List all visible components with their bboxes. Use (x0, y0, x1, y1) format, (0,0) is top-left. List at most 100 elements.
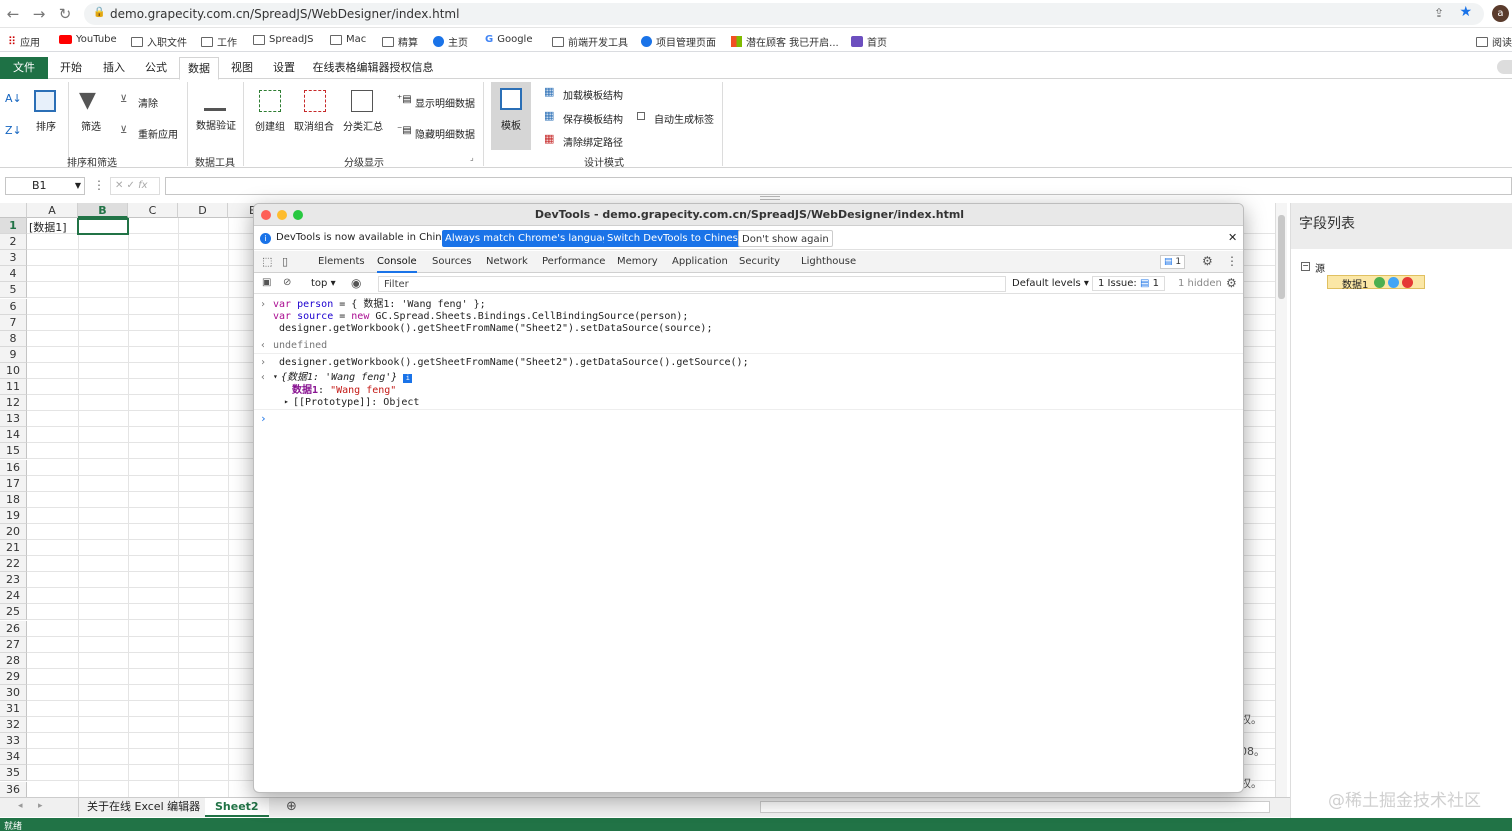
bookmark-index[interactable]: 首页 (851, 34, 887, 49)
template-button[interactable]: 模板 (491, 82, 531, 150)
row-header[interactable]: 13 (0, 411, 27, 428)
sort-desc-icon[interactable]: Z↓ (5, 124, 22, 137)
filter-button[interactable]: 筛选 (81, 118, 101, 133)
column-header[interactable]: B (78, 203, 128, 218)
tab-security[interactable]: Security (739, 251, 780, 273)
tab-application[interactable]: Application (672, 251, 728, 273)
console-object[interactable]: {数据1: 'Wang feng'} i (281, 372, 413, 384)
clear-filter-button[interactable]: 清除 (138, 95, 158, 110)
match-language-button[interactable]: Always match Chrome's language (442, 230, 618, 247)
bookmark-google[interactable]: G Google (485, 34, 532, 45)
bookmark-folder[interactable]: 前端开发工具 (552, 34, 628, 49)
show-detail-button[interactable]: 显示明细数据 (415, 95, 475, 110)
row-header[interactable]: 6 (0, 298, 27, 315)
eye-icon[interactable]: ◉ (351, 276, 361, 290)
row-header[interactable]: 34 (0, 749, 27, 766)
formula-input[interactable] (165, 177, 1512, 195)
row-header[interactable]: 9 (0, 346, 27, 363)
tab-data[interactable]: 数据 (179, 57, 219, 80)
row-header[interactable]: 8 (0, 330, 27, 347)
tab-network[interactable]: Network (486, 251, 528, 273)
tab-performance[interactable]: Performance (542, 251, 605, 273)
close-icon[interactable] (261, 210, 271, 220)
row-header[interactable]: 30 (0, 684, 27, 701)
bookmark-leads[interactable]: 潜在顾客 我已开启... (731, 34, 839, 49)
reapply-button[interactable]: 重新应用 (138, 126, 178, 141)
dont-show-button[interactable]: Don't show again (738, 230, 833, 247)
gear-icon[interactable]: ⚙ (1226, 276, 1237, 290)
sheet-tab-active[interactable]: Sheet2 (205, 798, 269, 817)
row-header[interactable]: 5 (0, 282, 27, 299)
row-header[interactable]: 15 (0, 443, 27, 460)
hide-detail-button[interactable]: 隐藏明细数据 (415, 126, 475, 141)
close-icon[interactable]: ✕ (1228, 231, 1237, 244)
tab-home[interactable]: 开始 (52, 57, 90, 79)
bookmark-folder[interactable]: Mac (330, 34, 366, 45)
row-header[interactable]: 29 (0, 668, 27, 685)
star-icon[interactable]: ★ (1459, 4, 1472, 20)
save-schema-button[interactable]: 保存模板结构 (563, 111, 623, 126)
auto-label-checkbox[interactable] (637, 112, 645, 120)
row-header[interactable]: 4 (0, 266, 27, 283)
load-schema-button[interactable]: 加载模板结构 (563, 87, 623, 102)
tab-formulas[interactable]: 公式 (137, 57, 175, 79)
row-header[interactable]: 21 (0, 540, 27, 556)
row-header[interactable]: 35 (0, 765, 27, 782)
forward-icon[interactable]: → (30, 5, 48, 23)
cell-a1[interactable]: [数据1] (29, 219, 67, 235)
add-icon[interactable] (1374, 277, 1385, 288)
gear-icon[interactable]: ⚙ (1202, 254, 1213, 268)
row-header[interactable]: 31 (0, 701, 27, 717)
bookmark-folder[interactable]: 入职文件 (131, 34, 187, 49)
maximize-icon[interactable] (293, 210, 303, 220)
row-header[interactable]: 36 (0, 781, 27, 797)
validation-button[interactable]: 数据验证 (196, 117, 236, 132)
row-header[interactable]: 10 (0, 362, 27, 379)
row-header[interactable]: 22 (0, 556, 27, 573)
sort-button[interactable]: 排序 (36, 118, 56, 133)
row-header[interactable]: 24 (0, 588, 27, 605)
log-levels-select[interactable]: Default levels ▾ (1012, 278, 1089, 289)
bookmark-folder[interactable]: 工作 (201, 34, 237, 49)
back-icon[interactable]: ← (4, 5, 22, 23)
tab-sources[interactable]: Sources (432, 251, 472, 273)
row-header[interactable]: 25 (0, 604, 27, 621)
bookmark-apps[interactable]: ⠿ 应用 (8, 34, 40, 49)
ribbon-toggle[interactable] (1497, 60, 1512, 74)
filter-input[interactable]: Filter (378, 276, 1006, 292)
tab-license-info[interactable]: 在线表格编辑器授权信息 (308, 57, 438, 79)
row-header[interactable]: 28 (0, 652, 27, 669)
bookmark-folder[interactable]: 精算 (382, 34, 418, 49)
add-sheet-icon[interactable]: ⊕ (286, 799, 297, 814)
row-header[interactable]: 18 (0, 491, 27, 508)
row-header[interactable]: 11 (0, 379, 27, 395)
formula-actions[interactable]: ✕ ✓ fx (110, 177, 160, 195)
column-header[interactable]: D (178, 203, 228, 218)
row-header[interactable]: 7 (0, 314, 27, 331)
name-box[interactable]: B1 ▼ (5, 177, 85, 195)
messages-badge[interactable]: ▤ 1 (1160, 255, 1186, 269)
collapse-icon[interactable]: − (1301, 262, 1310, 271)
sheet-tab[interactable]: 关于在线 Excel 编辑器 (78, 798, 210, 817)
tab-insert[interactable]: 插入 (95, 57, 133, 79)
row-header[interactable]: 3 (0, 250, 27, 267)
share-icon[interactable]: ⇪ (1434, 6, 1444, 20)
more-icon[interactable]: ⋮ (1226, 254, 1238, 268)
field-item[interactable]: 数据1 (1327, 275, 1425, 291)
row-header[interactable]: 32 (0, 717, 27, 734)
bookmark-project[interactable]: 项目管理页面 (641, 34, 716, 49)
subtotal-button[interactable]: 分类汇总 (343, 118, 383, 133)
row-header[interactable]: 14 (0, 427, 27, 444)
row-header[interactable]: 17 (0, 475, 27, 492)
clear-path-button[interactable]: 清除绑定路径 (563, 134, 623, 149)
row-header[interactable]: 26 (0, 620, 27, 637)
console-prompt-icon[interactable]: › (260, 412, 267, 425)
ungroup-button[interactable]: 取消组合 (294, 118, 334, 133)
reading-list[interactable]: 阅读 (1476, 34, 1512, 49)
row-header[interactable]: 33 (0, 733, 27, 750)
console-output[interactable]: › var person = { 数据1: 'Wang feng' }; var… (254, 295, 1243, 792)
row-header[interactable]: 12 (0, 395, 27, 412)
selected-cell-b1[interactable] (77, 218, 129, 235)
dialog-launcher-icon[interactable]: ⌟ (470, 153, 474, 162)
tab-lighthouse[interactable]: Lighthouse (801, 251, 856, 273)
